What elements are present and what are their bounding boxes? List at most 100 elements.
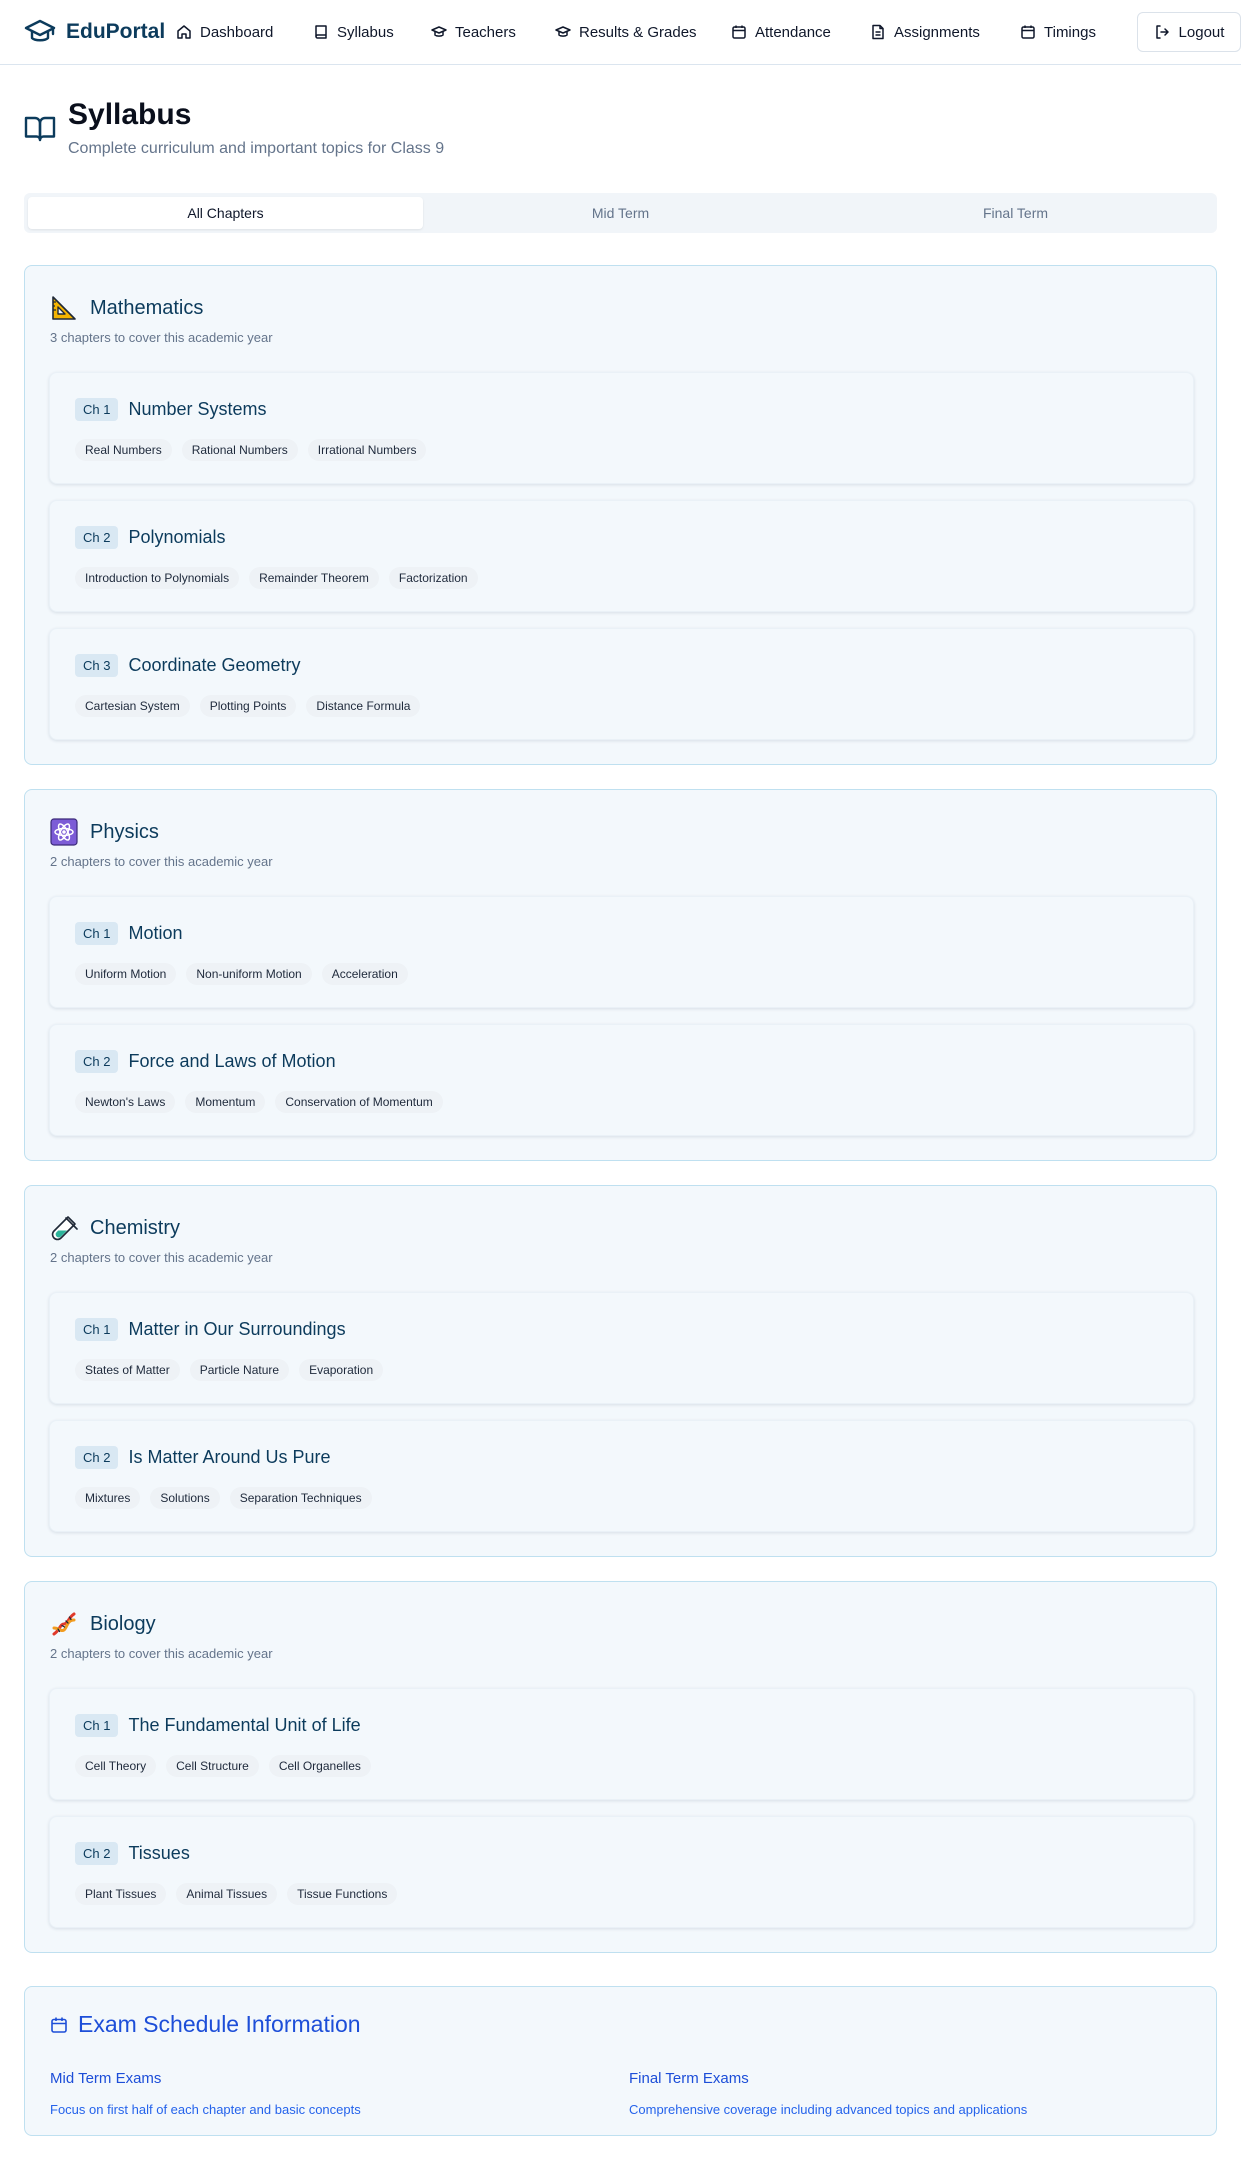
- chapter-title: Matter in Our Surroundings: [128, 1319, 346, 1339]
- topic-tag: Conservation of Momentum: [275, 1091, 443, 1113]
- topic-tag: Animal Tissues: [176, 1883, 278, 1905]
- nav-label: Dashboard: [200, 23, 274, 41]
- chapter-badge: Ch 1: [75, 1714, 119, 1737]
- subject-card-mathematics: Mathematics 3 chapters to cover this aca…: [24, 265, 1217, 765]
- chapter-card[interactable]: Ch 2 Is Matter Around Us Pure Mixtures S…: [49, 1420, 1194, 1532]
- document-icon: [870, 24, 886, 40]
- nav-label: Timings: [1044, 23, 1096, 41]
- chapter-title: Polynomials: [128, 527, 226, 547]
- graduation-cap-icon: [431, 24, 447, 40]
- chapter-card[interactable]: Ch 1 The Fundamental Unit of Life Cell T…: [49, 1688, 1194, 1800]
- chapter-badge: Ch 3: [75, 654, 119, 677]
- subject-description: 2 chapters to cover this academic year: [50, 1250, 273, 1265]
- chapter-title: Coordinate Geometry: [128, 655, 301, 675]
- topic-tag: Mixtures: [75, 1487, 141, 1509]
- chapter-title: Motion: [128, 923, 183, 943]
- subject-title: Chemistry: [90, 1216, 181, 1239]
- home-icon: [176, 24, 192, 40]
- nav-teachers[interactable]: Teachers: [431, 20, 516, 44]
- chapter-card[interactable]: Ch 1 Number Systems Real Numbers Rationa…: [49, 372, 1194, 484]
- nav-syllabus[interactable]: Syllabus: [313, 20, 394, 44]
- exam-schedule-card: Exam Schedule Information Mid Term Exams…: [24, 1986, 1217, 2136]
- chapter-card[interactable]: Ch 2 Tissues Plant Tissues Animal Tissue…: [49, 1816, 1194, 1928]
- chapter-badge: Ch 2: [75, 1446, 119, 1469]
- tab-mid-term[interactable]: Mid Term: [423, 197, 818, 229]
- nav-assignments[interactable]: Assignments: [870, 20, 980, 44]
- tab-all-chapters[interactable]: All Chapters: [28, 197, 423, 229]
- chapter-badge: Ch 2: [75, 1842, 119, 1865]
- nav-attendance[interactable]: Attendance: [731, 20, 831, 44]
- topic-tag: Newton's Laws: [75, 1091, 176, 1113]
- mid-term-title: Mid Term Exams: [50, 2070, 162, 2087]
- topic-tag: Real Numbers: [75, 439, 172, 461]
- calendar-icon: [1020, 24, 1036, 40]
- subject-card-physics: Physics 2 chapters to cover this academi…: [24, 789, 1217, 1161]
- topic-tag: States of Matter: [75, 1359, 180, 1381]
- exam-schedule-title: Exam Schedule Information: [78, 2011, 361, 2037]
- brand[interactable]: EduPortal: [24, 17, 165, 47]
- topic-tag: Cell Organelles: [268, 1755, 371, 1777]
- graduation-cap-icon: [555, 24, 571, 40]
- chapter-badge: Ch 2: [75, 1050, 119, 1073]
- topic-tag: Factorization: [388, 567, 478, 589]
- chapter-badge: Ch 2: [75, 526, 119, 549]
- subject-title: Biology: [90, 1612, 156, 1635]
- chapter-card[interactable]: Ch 1 Matter in Our Surroundings States o…: [49, 1292, 1194, 1404]
- topic-tag: Tissue Functions: [287, 1883, 398, 1905]
- logout-button[interactable]: Logout: [1137, 12, 1241, 52]
- topic-tag: Evaporation: [299, 1359, 384, 1381]
- chapter-title: Number Systems: [128, 399, 267, 419]
- subject-description: 2 chapters to cover this academic year: [50, 1646, 273, 1661]
- topic-tag: Separation Techniques: [229, 1487, 372, 1509]
- nav-label: Assignments: [894, 23, 980, 41]
- logout-label: Logout: [1178, 23, 1225, 41]
- topic-tag: Plotting Points: [199, 695, 297, 717]
- calendar-icon: [731, 24, 747, 40]
- subject-title: Mathematics: [90, 296, 204, 319]
- nav-label: Attendance: [755, 23, 831, 41]
- chapter-card[interactable]: Ch 3 Coordinate Geometry Cartesian Syste…: [49, 628, 1194, 740]
- topic-tag: Introduction to Polynomials: [75, 567, 240, 589]
- nav-dashboard[interactable]: Dashboard: [176, 20, 273, 44]
- chapter-card[interactable]: Ch 2 Force and Laws of Motion Newton's L…: [49, 1024, 1194, 1136]
- chapter-card[interactable]: Ch 1 Motion Uniform Motion Non-uniform M…: [49, 896, 1194, 1008]
- subject-card-chemistry: Chemistry 2 chapters to cover this acade…: [24, 1185, 1217, 1557]
- topic-tag: Non-uniform Motion: [186, 963, 312, 985]
- subject-description: 3 chapters to cover this academic year: [50, 330, 273, 345]
- topic-tag: Cartesian System: [75, 695, 190, 717]
- subject-card-biology: Biology 2 chapters to cover this academi…: [24, 1581, 1217, 1953]
- mid-term-description: Focus on first half of each chapter and …: [50, 2102, 361, 2117]
- open-book-icon: [24, 116, 56, 142]
- brand-name: EduPortal: [66, 20, 166, 43]
- topic-tag: Irrational Numbers: [307, 439, 427, 461]
- subject-description: 2 chapters to cover this academic year: [50, 854, 273, 869]
- topic-tag: Cell Theory: [75, 1755, 157, 1777]
- topic-tag: Cell Structure: [166, 1755, 259, 1777]
- subject-title: Physics: [90, 820, 159, 843]
- chapter-title: Is Matter Around Us Pure: [128, 1447, 331, 1467]
- term-tabs: All Chapters Mid Term Final Term: [24, 193, 1217, 233]
- topic-tag: Acceleration: [321, 963, 408, 985]
- topic-tag: Uniform Motion: [75, 963, 177, 985]
- nav-timings[interactable]: Timings: [1020, 20, 1096, 44]
- top-navbar: EduPortal Dashboard Syllabus Teachers Re…: [0, 0, 1241, 65]
- logout-icon: [1154, 24, 1170, 40]
- chapter-title: Tissues: [128, 1843, 190, 1863]
- chapter-card[interactable]: Ch 2 Polynomials Introduction to Polynom…: [49, 500, 1194, 612]
- dna-icon: [52, 1612, 76, 1636]
- chapter-badge: Ch 1: [75, 398, 119, 421]
- nav-results-grades[interactable]: Results & Grades: [555, 20, 697, 44]
- chapter-title: Force and Laws of Motion: [128, 1051, 336, 1071]
- page-subtitle: Complete curriculum and important topics…: [68, 140, 445, 157]
- topic-tag: Rational Numbers: [181, 439, 298, 461]
- graduation-cap-icon: [24, 17, 56, 47]
- nav-label: Results & Grades: [579, 23, 697, 41]
- atom-icon: [50, 818, 78, 846]
- tab-final-term[interactable]: Final Term: [818, 197, 1213, 229]
- topic-tag: Remainder Theorem: [249, 567, 379, 589]
- topic-tag: Solutions: [150, 1487, 220, 1509]
- final-term-description: Comprehensive coverage including advance…: [629, 2102, 1028, 2117]
- topic-tag: Momentum: [185, 1091, 266, 1113]
- nav-label: Syllabus: [337, 23, 394, 41]
- calendar-icon: [50, 2016, 68, 2034]
